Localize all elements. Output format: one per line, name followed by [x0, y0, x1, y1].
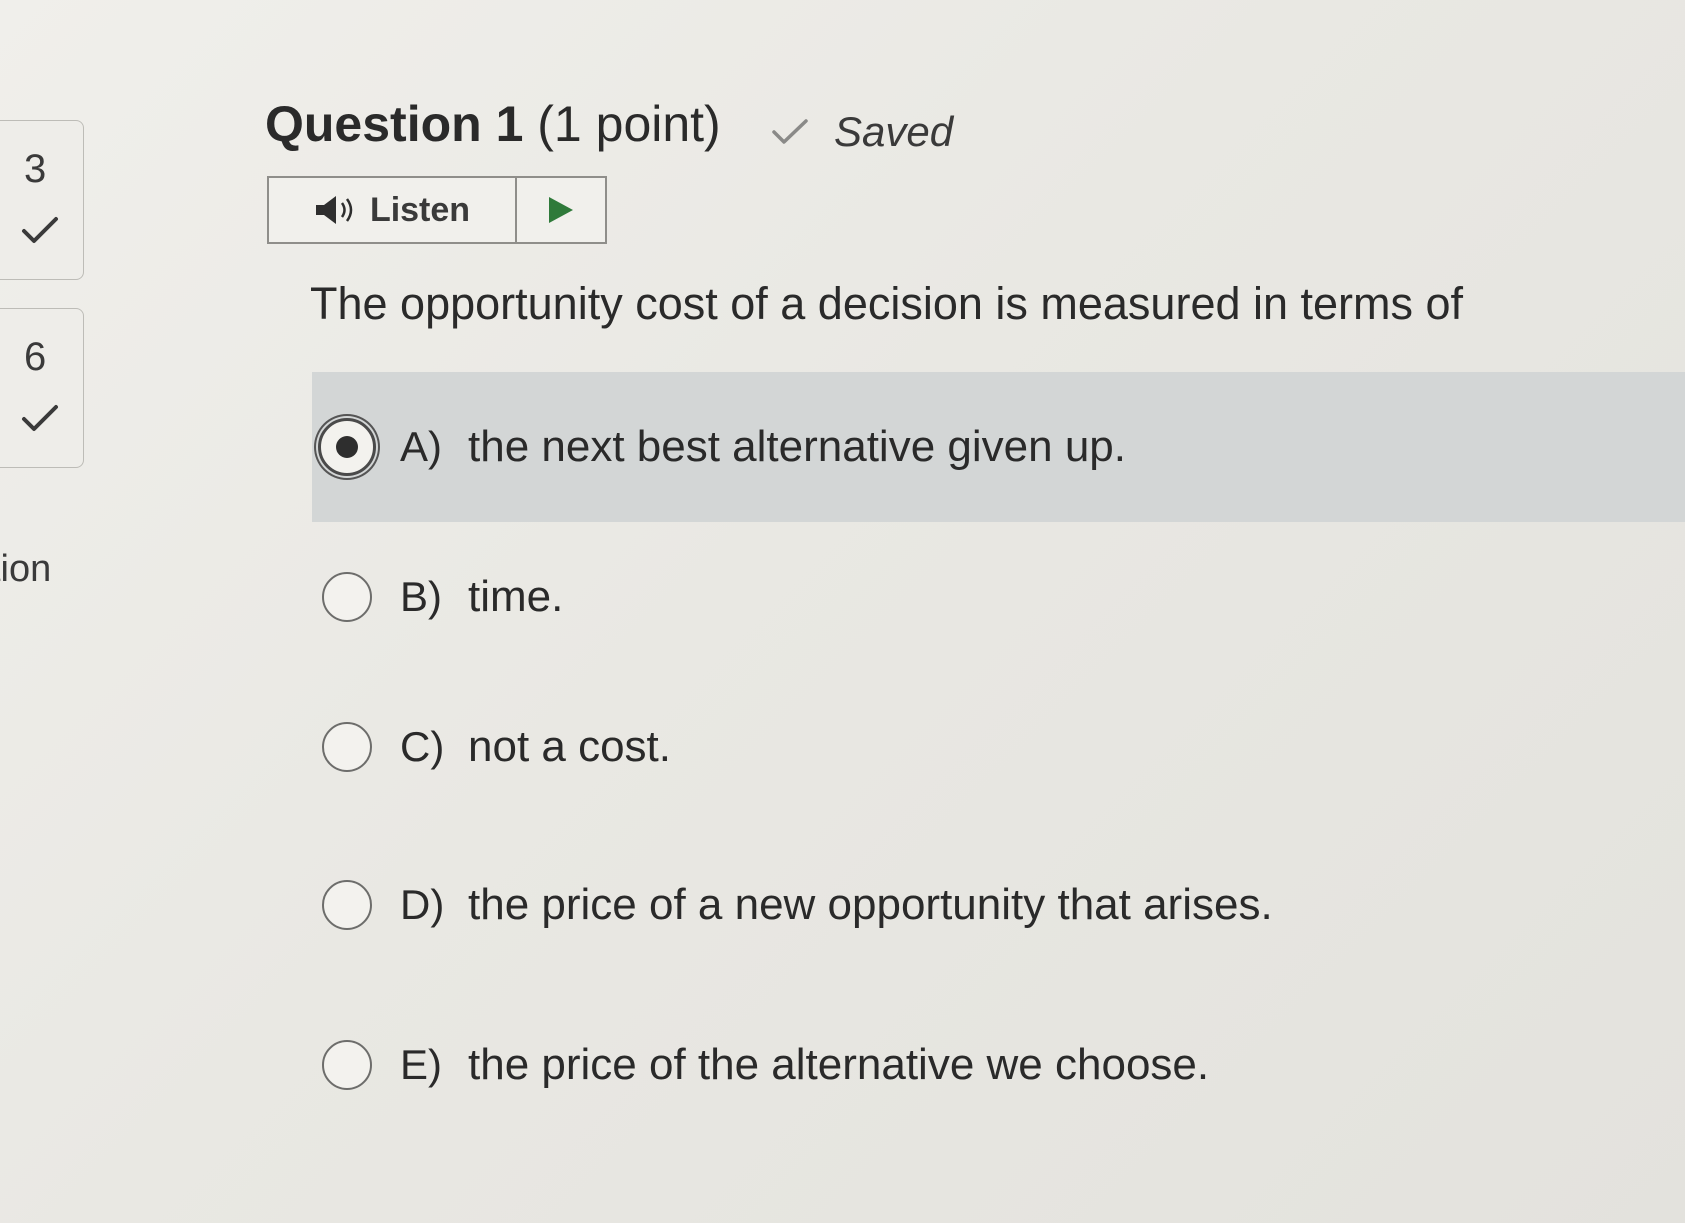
option-letter: C) — [400, 723, 445, 770]
option-text: the price of the alternative we choose. — [468, 1040, 1210, 1089]
option-letter: A) — [400, 423, 442, 470]
check-icon — [22, 217, 58, 243]
radio-button[interactable] — [322, 722, 372, 772]
check-icon — [22, 405, 58, 431]
listen-label: Listen — [369, 190, 471, 229]
saved-label: Saved — [834, 108, 954, 155]
saved-status: Saved — [770, 108, 953, 156]
question-title: Question 1 (1 point) — [265, 95, 721, 153]
option-a[interactable]: A) the next best alternative given up. — [312, 372, 1685, 522]
option-e[interactable]: E) the price of the alternative we choos… — [312, 990, 1685, 1140]
listen-button[interactable]: Listen — [269, 178, 517, 242]
nav-question-number: 6 — [24, 335, 47, 379]
option-text: the next best alternative given up. — [468, 422, 1126, 471]
radio-dot — [336, 436, 358, 458]
play-icon — [549, 197, 573, 223]
option-b[interactable]: B) time. — [312, 522, 1685, 672]
question-prompt: The opportunity cost of a decision is me… — [310, 278, 1464, 329]
play-button[interactable] — [517, 178, 605, 242]
option-d[interactable]: D) the price of a new opportunity that a… — [312, 830, 1685, 980]
nav-question-3[interactable]: 3 — [0, 120, 84, 280]
option-text: the price of a new opportunity that aris… — [468, 880, 1273, 929]
option-text: time. — [468, 572, 564, 621]
question-number: Question 1 — [265, 96, 524, 152]
listen-widget: Listen — [267, 176, 607, 244]
radio-button[interactable] — [322, 572, 372, 622]
option-letter: E) — [400, 1041, 442, 1088]
nav-question-number: 3 — [24, 147, 47, 191]
speaker-icon — [315, 196, 353, 224]
radio-button[interactable] — [322, 1040, 372, 1090]
option-letter: B) — [400, 573, 442, 620]
saved-check-icon — [772, 119, 808, 144]
question-points: (1 point) — [537, 96, 721, 152]
radio-button[interactable] — [322, 880, 372, 930]
quiz-page: 3 6 tion Question 1 (1 point) Saved List… — [0, 0, 1685, 1223]
radio-button-selected[interactable] — [318, 418, 376, 476]
option-c[interactable]: C) not a cost. — [312, 672, 1685, 822]
nav-question-6[interactable]: 6 — [0, 308, 84, 468]
option-text: not a cost. — [468, 722, 672, 771]
option-letter: D) — [400, 881, 445, 928]
nav-section-label-fragment: tion — [0, 548, 52, 590]
